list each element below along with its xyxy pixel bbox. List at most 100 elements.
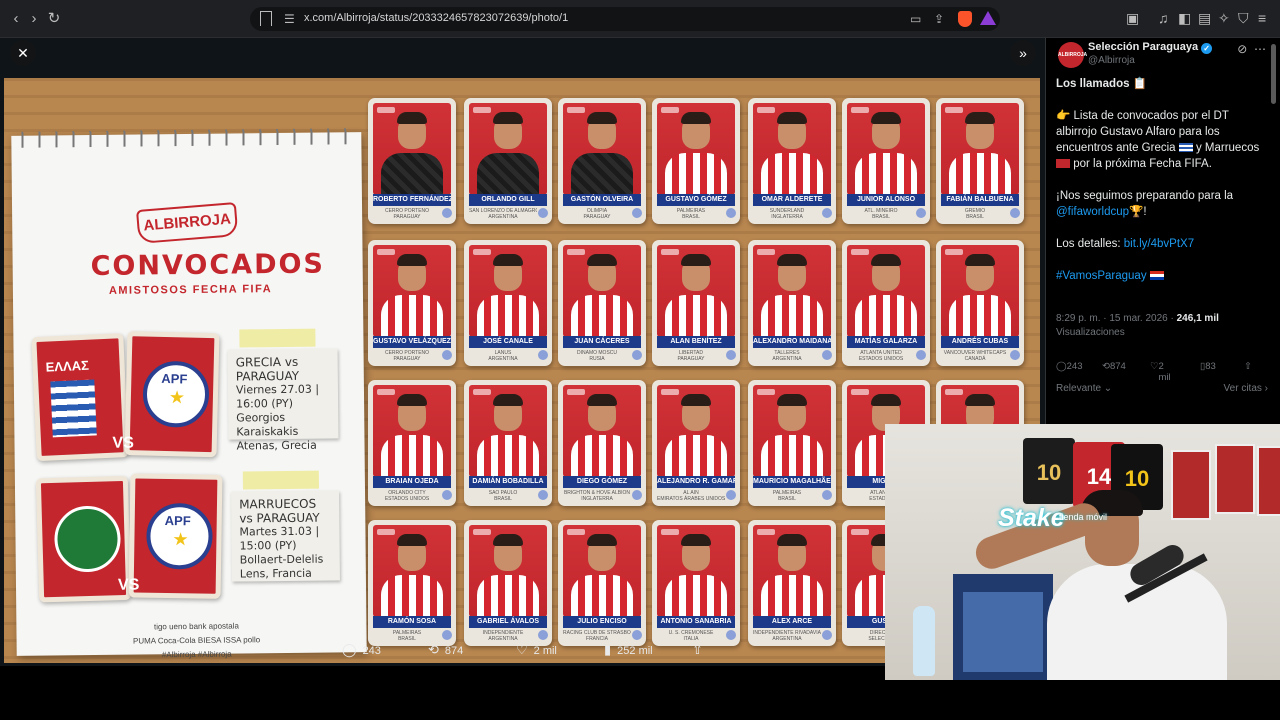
expand-panel-icon[interactable]: » — [1010, 40, 1036, 66]
player-sticker: GUSTAVO VELÁZQUEZ CERRO PORTEÑO PARAGUAY — [368, 240, 456, 366]
player-hair — [777, 534, 807, 546]
player-club: PALMEIRAS BRASIL — [373, 630, 441, 642]
share-icon[interactable]: ⇪ — [934, 12, 944, 26]
vpn-icon[interactable]: ⛉ — [1238, 10, 1249, 27]
player-photo — [657, 525, 735, 617]
scrollbar[interactable] — [1271, 44, 1276, 104]
bookmark-action[interactable]: ▯ 83 — [1200, 361, 1216, 372]
brave-shields-icon[interactable] — [958, 11, 972, 27]
reply-action[interactable]: ◯ 243 — [1056, 361, 1083, 372]
viewer-likes[interactable]: ♡ 2 mil — [516, 642, 557, 658]
tweet-timestamp[interactable]: 8:29 p. m. · 15 mar. 2026 · — [1056, 313, 1174, 324]
details-link[interactable]: bit.ly/4bvPtX7 — [1124, 238, 1194, 250]
forward-button[interactable]: › — [24, 9, 44, 29]
tweet-views-label: Visualizaciones — [1056, 327, 1125, 338]
cast-icon[interactable]: ▭ — [910, 12, 921, 26]
viewer-views[interactable]: ▮ 252 mil — [604, 642, 653, 658]
player-club-country: RUSIA — [589, 356, 605, 362]
player-hair — [681, 534, 711, 546]
fifaworldcup-link[interactable]: @fifaworldcup — [1056, 206, 1129, 218]
albirroja-mini-logo — [567, 249, 585, 255]
display-name[interactable]: Selección Paraguaya ✓ — [1088, 41, 1213, 54]
player-sticker: ALEX ARCE INDEPENDIENTE RIVADAVIA ARGENTIN… — [748, 520, 836, 646]
player-photo — [373, 103, 451, 195]
grok-icon[interactable]: ⊘ — [1237, 42, 1247, 56]
match2-line2: vs PARAGUAY — [239, 510, 320, 526]
player-hair — [681, 394, 711, 406]
hashtag-link[interactable]: #VamosParaguay — [1056, 270, 1147, 282]
player-shirt — [477, 295, 539, 337]
tweet-text: Los llamados 📋 👉 Lista de convocados por… — [1056, 76, 1266, 300]
sticker-badge-icon — [538, 630, 548, 640]
sticker-badge-icon — [726, 490, 736, 500]
player-shirt — [381, 153, 443, 195]
sponsor-strip: tigo ueno bank apostala PUMA Coca-Cola B… — [46, 618, 346, 663]
like-action[interactable]: ♡ 2 mil — [1150, 361, 1171, 383]
menu-icon[interactable]: ≡ — [1258, 10, 1266, 26]
player-club: CERRO PORTEÑO PARAGUAY — [373, 208, 441, 220]
player-sticker: FABIÁN BALBUENA GRÊMIO BRASIL — [936, 98, 1024, 224]
albirroja-mini-logo — [473, 249, 491, 255]
player-club-country: CANADÁ — [964, 356, 986, 362]
music-icon[interactable]: ♫ — [1158, 10, 1169, 26]
player-photo — [657, 103, 735, 195]
wallet-icon[interactable]: ▤ — [1198, 10, 1211, 27]
reload-button[interactable]: ↻ — [44, 9, 64, 29]
bookmark-icon[interactable] — [260, 11, 272, 26]
view-quotes-link[interactable]: Ver citas › — [1224, 383, 1268, 394]
sticker-badge-icon — [822, 490, 832, 500]
share-action-icon[interactable]: ⇧ — [1244, 361, 1252, 372]
apf-label: APF — [161, 370, 188, 387]
viewer-reposts[interactable]: ⟲ 874 — [428, 642, 463, 658]
albirroja-mini-logo — [567, 529, 585, 535]
player-hair — [493, 254, 523, 266]
player-club-country: ARGENTINA — [488, 214, 518, 220]
player-name: ALEJANDRO R. GAMARRA — [657, 476, 735, 488]
player-club: INDEPENDIENTE ARGENTINA — [469, 630, 537, 642]
url-text[interactable]: x.com/Albirroja/status/20333246578230726… — [304, 12, 568, 24]
leo-icon[interactable]: ✧ — [1218, 10, 1230, 27]
player-sticker: ALEXANDRO MAIDANA TALLERES ARGENTINA — [748, 240, 836, 366]
player-shirt — [381, 575, 443, 617]
player-shirt — [571, 295, 633, 337]
account-handle[interactable]: @Albirroja — [1088, 55, 1135, 66]
match1-line3: Viernes 27.03 | 16:00 (PY) — [235, 382, 320, 411]
player-club-country: ITALIA — [683, 636, 699, 642]
repost-action[interactable]: ⟲ 874 — [1102, 361, 1126, 372]
albirroja-mini-logo — [945, 249, 963, 255]
avatar[interactable]: ALBIRROJA — [1058, 42, 1087, 68]
sticker-badge-icon — [1010, 208, 1020, 218]
more-options-icon[interactable]: ⋯ — [1254, 42, 1266, 56]
player-shirt — [571, 435, 633, 477]
player-club: GRÊMIO BRASIL — [941, 208, 1009, 220]
address-bar[interactable]: ☰ x.com/Albirroja/status/203332465782307… — [250, 7, 1000, 31]
tape-1 — [239, 328, 316, 348]
player-club-country: BRASIL — [682, 214, 700, 220]
paraguay-flag-icon — [1149, 271, 1164, 280]
back-button[interactable]: ‹ — [6, 9, 26, 29]
player-club: ATLANTA UNITED ESTADOS UNIDOS — [847, 350, 915, 362]
player-hair — [777, 254, 807, 266]
share-icon-viewer[interactable]: ⇧ — [692, 642, 709, 658]
player-photo — [563, 103, 641, 195]
wall-photo-2 — [1215, 444, 1255, 514]
site-settings-icon[interactable]: ☰ — [284, 12, 295, 26]
player-sticker: GUSTAVO GÓMEZ PALMEIRAS BRASIL — [652, 98, 740, 224]
wall-photo-1 — [1171, 450, 1211, 520]
albirroja-mini-logo — [377, 529, 395, 535]
player-club: SAN LORENZO DE ALMAGRO ARGENTINA — [469, 208, 537, 220]
sidebar-icon[interactable]: ◧ — [1178, 10, 1191, 27]
reader-icon[interactable]: ▣ — [1126, 10, 1139, 27]
player-hair — [493, 112, 523, 124]
close-icon[interactable]: ✕ — [10, 40, 36, 66]
sort-dropdown[interactable]: Relevante ⌄ — [1056, 383, 1112, 394]
player-hair — [871, 254, 901, 266]
jersey-3-number: 10 — [1124, 466, 1150, 491]
player-club-country: PARAGUAY — [677, 356, 705, 362]
match1-line1: GRECIA vs — [235, 354, 299, 370]
player-hair — [397, 394, 427, 406]
viewer-replies[interactable]: ◯ 243 — [342, 642, 381, 658]
player-photo — [469, 103, 547, 195]
brave-rewards-icon[interactable] — [980, 11, 996, 25]
match2-line5: Lens, Francia — [239, 566, 312, 581]
